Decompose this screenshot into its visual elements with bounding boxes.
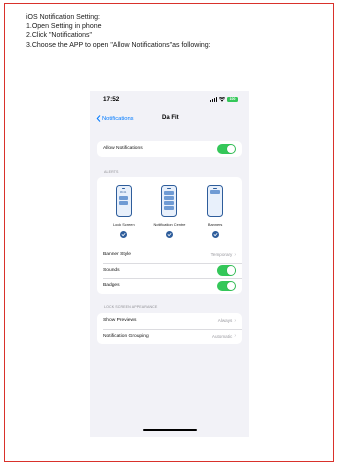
notification-centre-phone-icon <box>161 185 178 217</box>
phone-screenshot: 17:52 100 Notifications Da Fit Allow Not… <box>90 91 249 437</box>
status-bar: 17:52 100 <box>90 91 249 113</box>
back-button[interactable]: Notifications <box>96 115 134 122</box>
instructions-step-2: 2.Click "Notifications" <box>26 32 93 40</box>
sounds-label: Sounds <box>103 267 120 273</box>
lock-screen-appearance-group: Show Previews Always › Notification Grou… <box>97 313 242 344</box>
checkmark-icon <box>165 231 173 238</box>
chevron-right-icon: › <box>234 317 236 324</box>
alert-options: 09:41 Lock Screen Notification Centre Ba… <box>97 177 242 247</box>
notification-grouping-row[interactable]: Notification Grouping Automatic › <box>97 328 242 345</box>
badges-toggle[interactable] <box>217 280 236 291</box>
chevron-right-icon: › <box>234 251 236 258</box>
wifi-icon <box>219 97 225 102</box>
allow-notifications-group: Allow Notifications <box>97 141 242 157</box>
checkmark-icon <box>211 231 219 238</box>
banner-style-label: Banner Style <box>103 252 132 258</box>
show-previews-value: Always <box>217 318 233 324</box>
allow-notifications-toggle[interactable] <box>217 143 236 154</box>
sounds-toggle[interactable] <box>217 265 236 276</box>
instructions-title: iOS Notification Setting: <box>26 14 100 21</box>
allow-notifications-row: Allow Notifications <box>97 141 242 157</box>
chevron-right-icon: › <box>234 333 236 340</box>
notification-grouping-label: Notification Grouping <box>103 333 149 339</box>
sounds-row: Sounds <box>97 262 242 279</box>
alerts-group: 09:41 Lock Screen Notification Centre Ba… <box>97 177 242 294</box>
status-time: 17:52 <box>103 96 120 103</box>
alert-option-lock-screen[interactable]: 09:41 Lock Screen <box>103 183 145 245</box>
instructions-step-1: 1.Open Setting in phone <box>26 23 102 31</box>
alerts-header: ALERTS <box>104 170 119 174</box>
banners-phone-icon <box>207 185 224 217</box>
lock-screen-phone-icon: 09:41 <box>115 185 132 217</box>
lock-screen-clock: 09:41 <box>119 191 127 194</box>
alert-label: Notification Centre <box>153 222 186 227</box>
alert-option-notification-centre[interactable]: Notification Centre <box>148 183 190 245</box>
banner-style-row[interactable]: Banner Style Temporary › <box>97 247 242 263</box>
alert-option-banners[interactable]: Banners <box>194 183 236 245</box>
signal-icon <box>210 97 217 102</box>
back-chevron-icon <box>96 115 101 122</box>
show-previews-row[interactable]: Show Previews Always › <box>97 313 242 329</box>
back-label: Notifications <box>102 115 134 122</box>
instructions: iOS Notification Setting: 1.Open Setting… <box>26 13 316 50</box>
lock-screen-appearance-header: LOCK SCREEN APPEARANCE <box>104 305 158 309</box>
allow-notifications-label: Allow Notifications <box>103 146 143 152</box>
home-indicator <box>143 429 197 431</box>
nav-title: Da Fit <box>162 115 179 121</box>
show-previews-label: Show Previews <box>103 318 137 324</box>
alert-label: Lock Screen <box>113 222 135 227</box>
battery-icon: 100 <box>227 96 238 103</box>
alert-label: Banners <box>207 222 223 227</box>
checkmark-icon <box>120 231 128 238</box>
instructions-step-3: 3.Choose the APP to open "Allow Notifica… <box>26 41 211 49</box>
notification-grouping-value: Automatic <box>211 333 233 339</box>
nav-bar: Notifications Da Fit <box>90 113 249 127</box>
status-icons: 100 <box>210 96 238 103</box>
banner-style-value: Temporary <box>210 252 233 258</box>
badges-label: Badges <box>103 283 120 289</box>
badges-row: Badges <box>97 278 242 294</box>
